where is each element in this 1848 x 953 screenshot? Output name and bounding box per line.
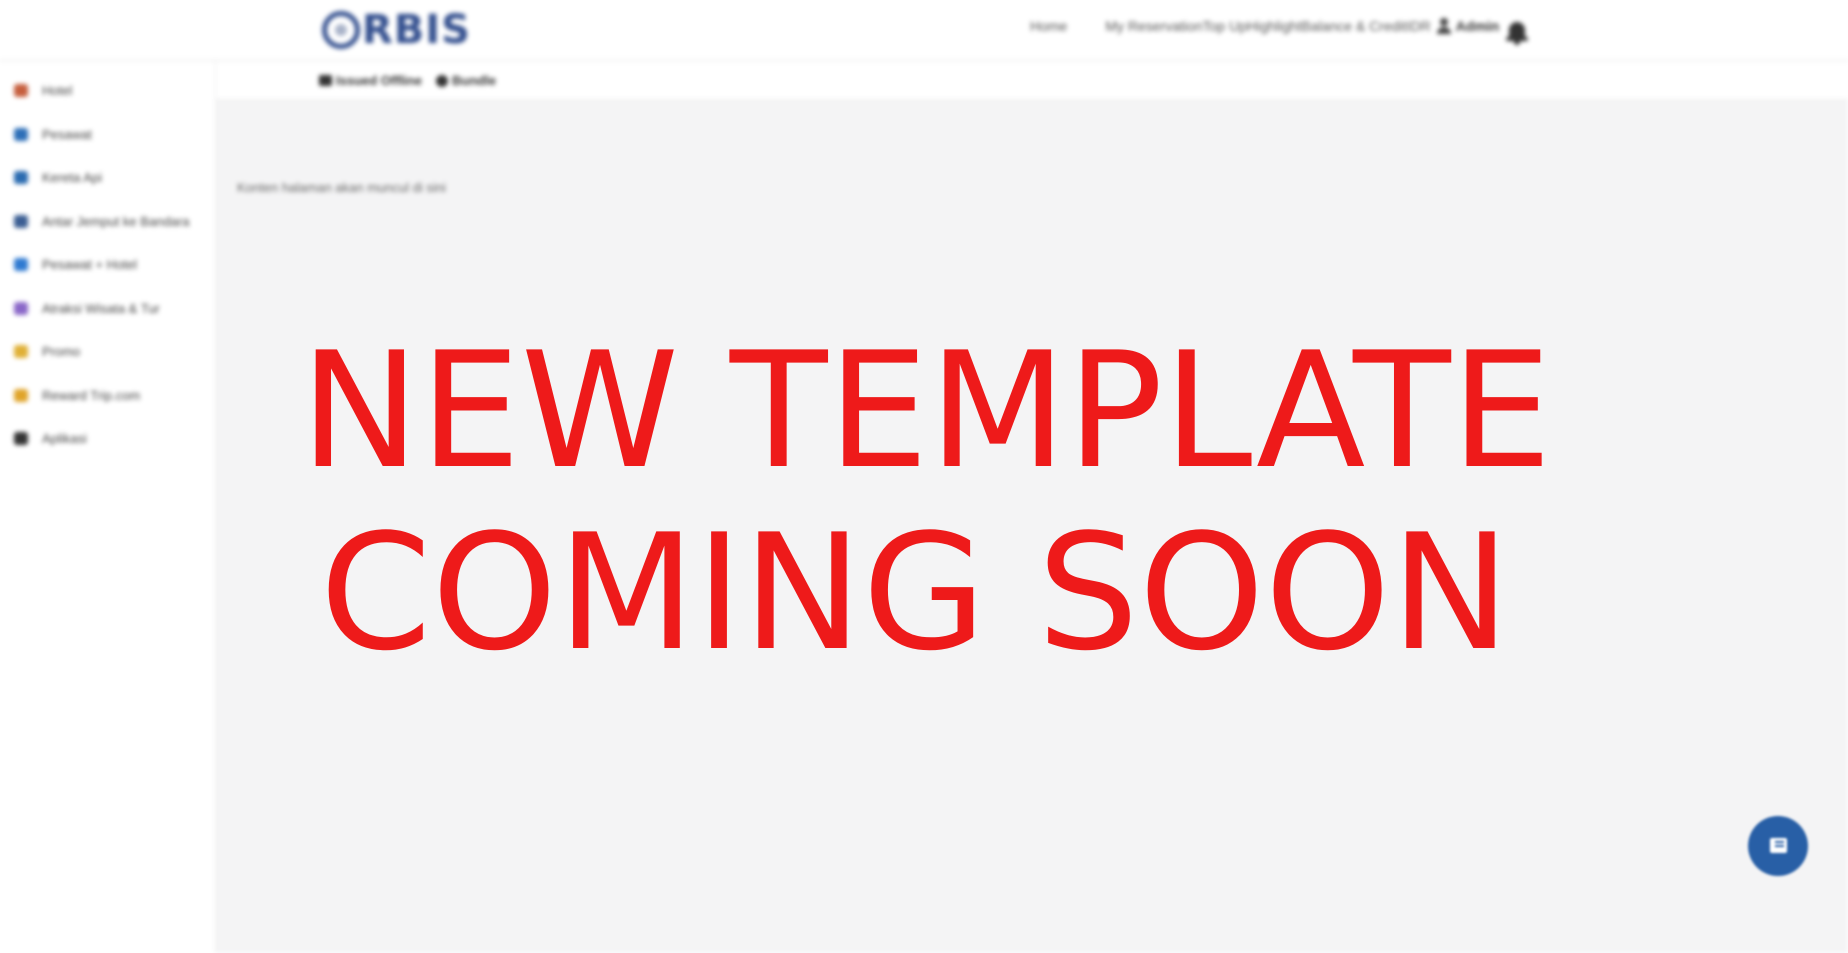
nav-home[interactable]: Home [1030,18,1067,34]
issued-offline-label: Issued Offline [336,73,422,88]
hotel-icon [14,84,28,97]
bundle-icon [436,74,448,87]
envelope-icon [319,75,332,86]
nav-my-reservation[interactable]: My Reservation [1105,18,1202,34]
nav-admin-account[interactable]: Admin [1436,18,1500,34]
sidebar-item-label: Pesawat [42,127,92,142]
nav-balance-credit[interactable]: Balance & Credit [1301,18,1406,34]
nav-currency[interactable]: IDR [1407,18,1431,34]
promo-icon [14,345,28,358]
sidebar-item-hotel[interactable]: Hotel [14,83,72,98]
plane-hotel-icon [14,258,28,271]
sidebar-item-label: Promo [42,344,81,359]
user-icon [1436,18,1451,34]
top-nav: Home My Reservation Top Up Highlight Bal… [1030,18,1499,34]
sub-navigation-bar: Issued Offline Bundle [216,61,1848,100]
sidebar-item-pesawat-hotel[interactable]: Pesawat + Hotel [14,257,137,272]
reward-icon [14,389,28,402]
sidebar-item-atraksi[interactable]: Atraksi Wisata & Tur [14,301,160,316]
nav-top-up[interactable]: Top Up [1203,18,1247,34]
top-header: RBIS Home My Reservation Top Up Highligh… [0,0,1848,61]
main-placeholder-text: Konten halaman akan muncul di sini [237,180,446,195]
sidebar-item-promo[interactable]: Promo [14,344,80,359]
list-icon [1770,838,1787,853]
sidebar-item-label: Aplikasi [42,431,87,446]
banner-line-2: COMING SOON [319,499,1511,686]
admin-label: Admin [1455,18,1500,34]
train-icon [14,171,28,184]
sidebar: Hotel Pesawat Kereta Api Antar Jemput ke… [0,61,216,953]
sidebar-item-aplikasi[interactable]: Aplikasi [14,431,87,446]
sidebar-item-pesawat[interactable]: Pesawat [14,127,92,142]
attraction-icon [14,302,28,315]
coming-soon-banner: NEW TEMPLATE COMING SOON [300,317,1552,686]
phone-icon [14,432,28,445]
bundle-label: Bundle [452,73,497,88]
sidebar-item-label: Atraksi Wisata & Tur [42,301,160,316]
floating-action-button[interactable] [1748,816,1808,876]
logo-mark-icon [322,11,360,49]
bundle-link[interactable]: Bundle [436,73,496,88]
plane-icon [14,128,28,141]
banner-line-1: NEW TEMPLATE [300,317,1552,504]
nav-highlight[interactable]: Highlight [1247,18,1301,34]
sidebar-item-label: Pesawat + Hotel [42,257,138,272]
sidebar-item-label: Antar Jemput ke Bandara [42,214,190,229]
sidebar-item-kereta-api[interactable]: Kereta Api [14,170,102,185]
issued-offline-link[interactable]: Issued Offline [319,73,422,88]
sidebar-item-antar-jemput[interactable]: Antar Jemput ke Bandara [14,214,189,229]
car-icon [14,215,28,228]
notification-bell-icon[interactable] [1506,20,1528,46]
sidebar-item-label: Reward Trip.com [42,388,141,403]
logo-text: RBIS [362,7,471,53]
orbis-logo[interactable]: RBIS [322,7,471,53]
sidebar-item-reward[interactable]: Reward Trip.com [14,388,140,403]
sidebar-item-label: Hotel [42,83,73,98]
sidebar-item-label: Kereta Api [42,170,102,185]
